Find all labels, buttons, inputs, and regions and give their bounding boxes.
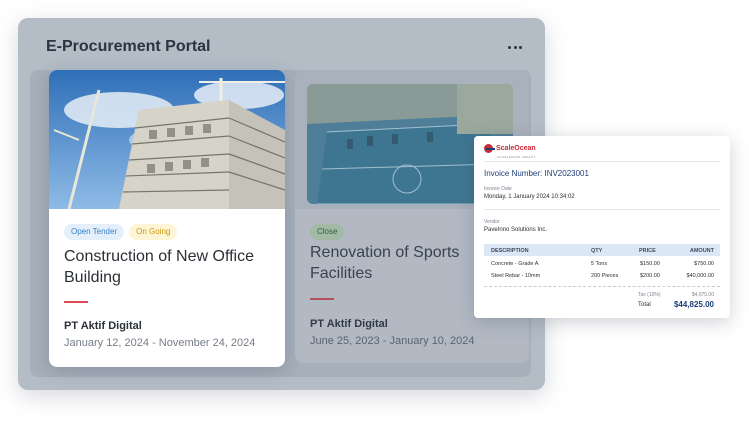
status-badge-open-tender: Open Tender [64,224,125,240]
row-qty: 5 Tons [591,261,608,267]
invoice-table-header: DESCRIPTION QTY PRICE AMOUNT [484,244,720,256]
total-value: $44,825.00 [673,300,714,309]
tax-label: Tax (10%) [638,292,661,298]
column-header: DESCRIPTION [491,248,529,254]
row-price: $150.00 [640,261,660,267]
invoice-preview: ScaleOcean ACCELERATE IMPACT Invoice Num… [474,136,730,318]
tender-card[interactable]: Open Tender On Going Construction of New… [49,70,285,367]
construction-building-image [49,70,285,209]
status-badge-close: Close [310,224,345,240]
status-badge-on-going: On Going [129,224,178,240]
invoice-date-label: Invoice Date [484,186,512,192]
accent-divider [64,301,88,303]
row-amount: $40,000.00 [686,273,714,279]
dashed-divider [484,286,720,287]
scaleocean-logo: ScaleOcean [484,144,536,153]
vendor-value: PaveInno Solutions Inc. [484,227,548,233]
vendor-label: Vendor [484,219,500,225]
row-description: Concrete - Grade A [491,261,539,267]
column-header: PRICE [639,248,656,254]
status-badges: Open Tender On Going [64,224,178,240]
tax-value: $4,075.00 [691,292,714,298]
more-horizontal-icon[interactable] [508,40,522,54]
divider [484,209,720,210]
accent-divider [310,298,334,300]
divider [484,161,720,162]
row-qty: 200 Pieces [591,273,619,279]
company-name: PT Aktif Digital [310,318,388,330]
row-price: $200.00 [640,273,660,279]
invoice-date-value: Monday, 1 January 2024 10:34:02 [484,194,575,200]
row-amount: $750.00 [694,261,714,267]
invoice-number: Invoice Number: INV2023001 [484,169,589,178]
brand-logo-icon [484,144,495,153]
brand-tagline: ACCELERATE IMPACT [497,155,536,159]
portal-title: E-Procurement Portal [46,38,211,55]
date-range: January 12, 2024 - November 24, 2024 [64,337,256,349]
card-title: Construction of New Office Building [64,248,255,286]
row-description: Steel Rebar - 10mm [491,273,541,279]
total-label: Total [638,302,651,308]
date-range: June 25, 2023 - January 10, 2024 [310,335,475,347]
company-name: PT Aktif Digital [64,320,142,332]
status-badges: Close [310,224,345,240]
column-header: AMOUNT [689,248,714,254]
column-header: QTY [591,248,603,254]
brand-name: ScaleOcean [496,145,536,152]
